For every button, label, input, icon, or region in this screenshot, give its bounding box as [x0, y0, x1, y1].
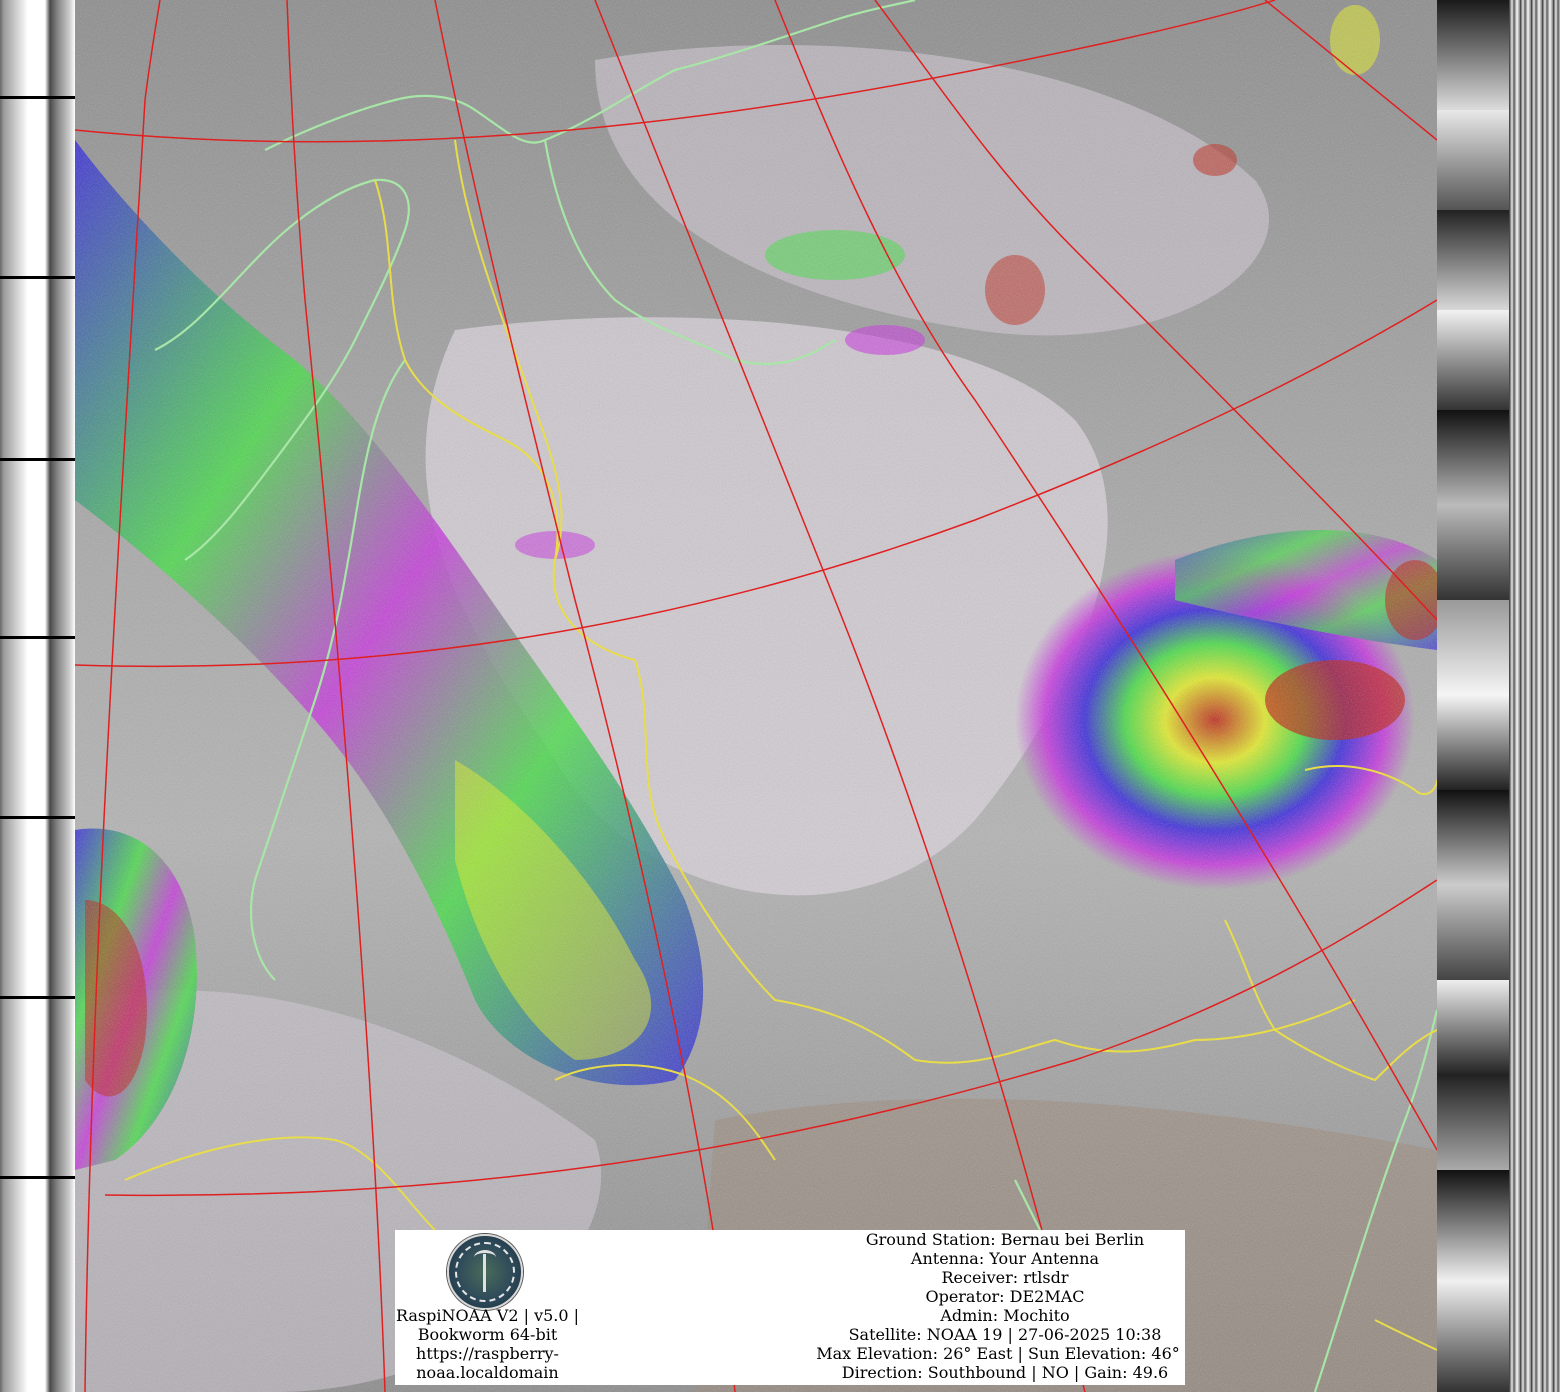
telemetry-strip-right [1437, 0, 1560, 1392]
calibration-wedge [1437, 410, 1509, 600]
sync-marker [0, 816, 75, 819]
pass-info: Ground Station: Bernau bei Berlin Antenn… [815, 1230, 1195, 1382]
calibration-wedge [1437, 790, 1509, 980]
sync-marker [0, 96, 75, 99]
calibration-wedge [1437, 110, 1509, 210]
url-line-1: https://raspberry- [416, 1344, 559, 1363]
receiver: Receiver: rtlsdr [941, 1268, 1069, 1287]
calibration-wedge [1437, 210, 1509, 310]
calibration-wedge [1437, 310, 1509, 410]
calibration-wedge [1437, 980, 1509, 1170]
sync-marker [0, 276, 75, 279]
calibration-wedge [1437, 0, 1509, 110]
map-overlay [75, 0, 1437, 1392]
sync-marker [0, 636, 75, 639]
telemetry-strip-left [0, 0, 75, 1392]
admin: Admin: Mochito [940, 1306, 1070, 1325]
enhanced-cloud-imagery [75, 0, 1437, 1392]
ground-station: Ground Station: Bernau bei Berlin [865, 1230, 1145, 1249]
calibration-wedge [1437, 600, 1509, 790]
operator: Operator: DE2MAC [925, 1287, 1085, 1306]
noaa-satellite-image: RaspiNOAA V2 | v5.0 | Bookworm 64-bit ht… [0, 0, 1560, 1392]
sync-marker [0, 458, 75, 461]
satellite-pass: Satellite: NOAA 19 | 27-06-2025 10:38 [848, 1325, 1162, 1344]
url-line-2: noaa.localdomain [416, 1363, 559, 1382]
software-version: RaspiNOAA V2 | v5.0 | [395, 1306, 580, 1325]
antenna: Antenna: Your Antenna [910, 1249, 1100, 1268]
elevation-info: Max Elevation: 26° East | Sun Elevation:… [816, 1344, 1180, 1363]
satellite-ground-station-seal-icon [447, 1234, 523, 1310]
direction-info: Direction: Southbound | NO | Gain: 49.6 [841, 1363, 1169, 1382]
image-noise [75, 0, 1437, 1392]
sync-marker [0, 996, 75, 999]
antenna-mast-icon [483, 1254, 486, 1292]
calibration-wedge [1437, 1170, 1509, 1392]
software-info: RaspiNOAA V2 | v5.0 | Bookworm 64-bit ht… [395, 1306, 580, 1382]
ground-station-caption: RaspiNOAA V2 | v5.0 | Bookworm 64-bit ht… [395, 1230, 1185, 1385]
telemetry-stripes [1509, 0, 1560, 1392]
os-info: Bookworm 64-bit [417, 1325, 558, 1344]
sync-marker [0, 1176, 75, 1179]
